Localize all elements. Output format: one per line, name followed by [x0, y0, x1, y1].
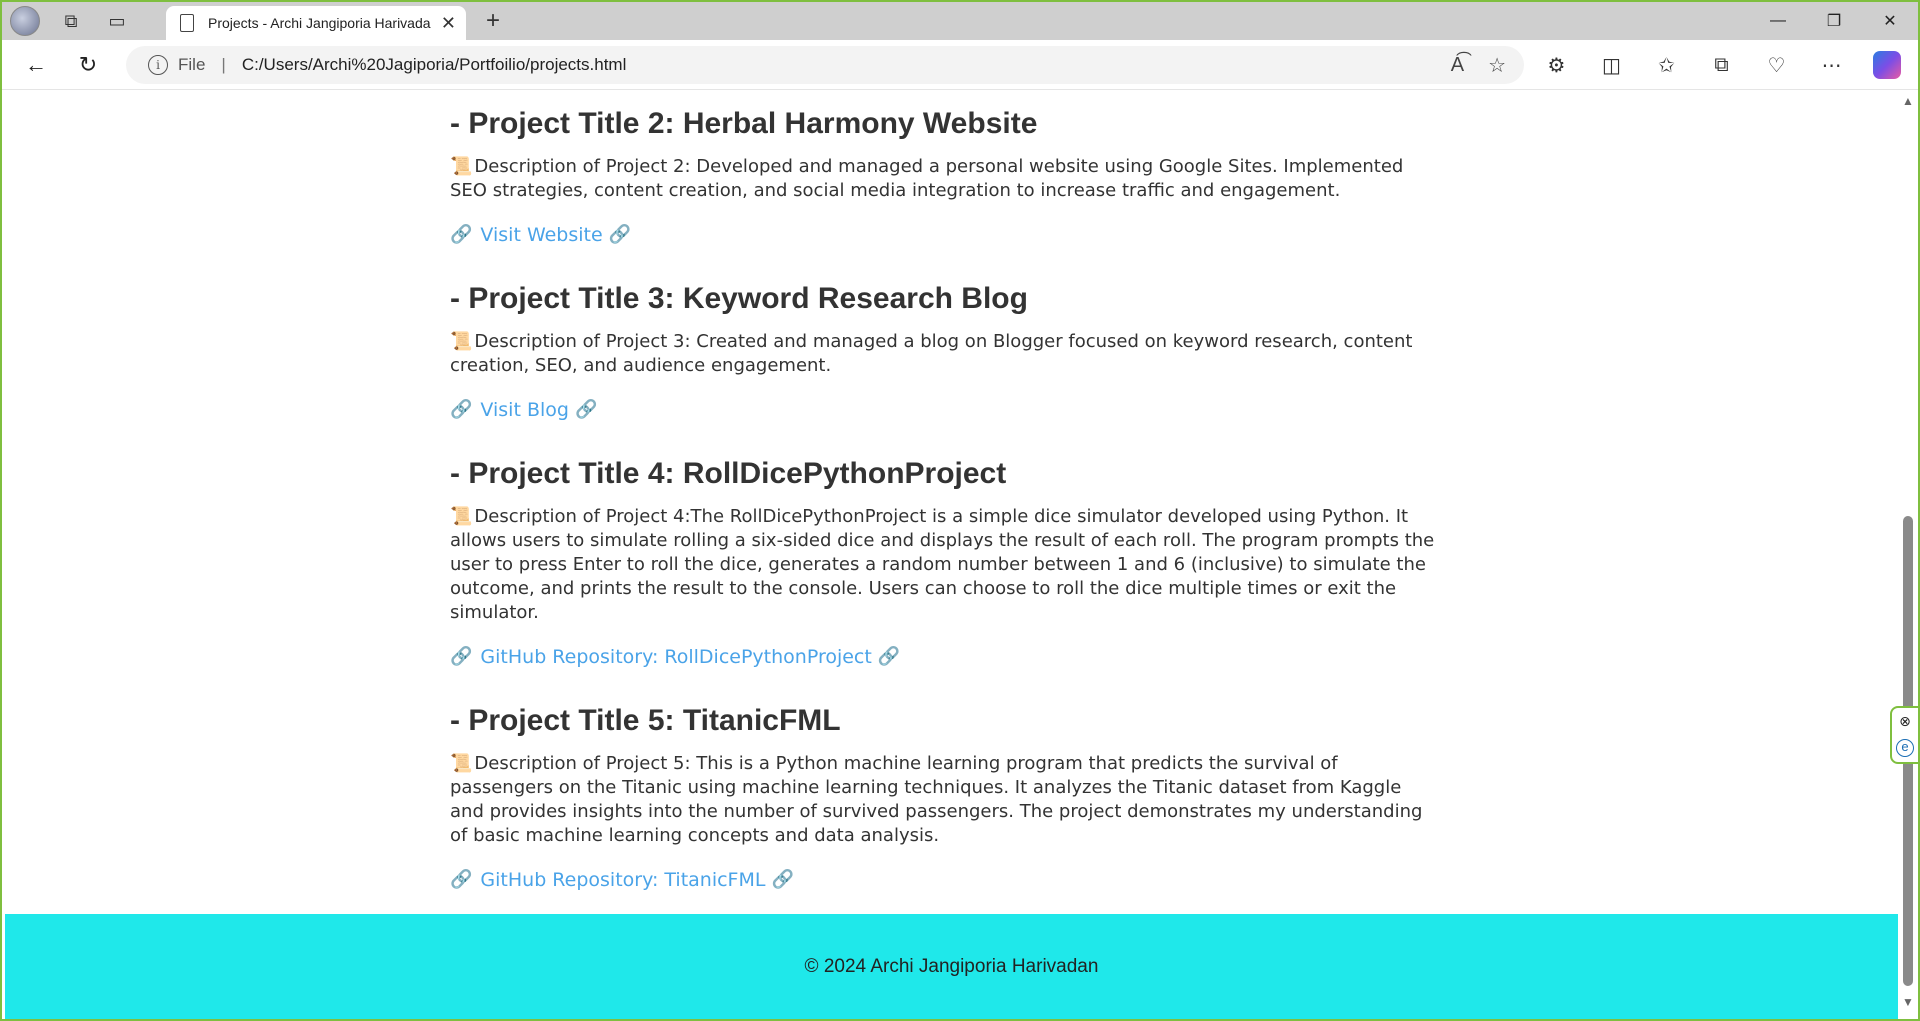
favorites-icon[interactable]: ✩ [1639, 53, 1694, 78]
address-bar[interactable]: i File | C:/Users/Archi%20Jagiporia/Port… [126, 46, 1524, 84]
link-icon: 🔗 [877, 646, 901, 667]
info-icon[interactable]: i [148, 55, 168, 75]
scroll-icon: 📜 [450, 506, 473, 527]
visit-blog-link[interactable]: Visit Blog [480, 396, 569, 424]
description-text: Description of Project 3: Created and ma… [450, 331, 1413, 376]
link-icon: 🔗 [771, 869, 794, 890]
browser-toolbar: ← ↻ i File | C:/Users/Archi%20Jagiporia/… [2, 40, 1918, 90]
link-icon: 🔗 [450, 869, 473, 890]
toolbar-actions: ⚙ ◫ ✩ ⧉ ♡ ⋯ [1529, 40, 1914, 90]
project-link-row: 🔗 Visit Blog 🔗 [450, 396, 1440, 424]
address-scheme: File [178, 55, 206, 74]
close-widget-icon[interactable]: ⊗ [1899, 713, 1911, 730]
project-link-row: 🔗 GitHub Repository: TitanicFML 🔗 [450, 866, 1440, 894]
link-icon: 🔗 [450, 646, 473, 667]
project-title: - Project Title 4: RollDicePythonProject [450, 457, 1007, 490]
tab-actions-icon[interactable]: ▭ [94, 2, 140, 40]
footer-copyright: © 2024 Archi Jangiporia Harivadan [804, 955, 1099, 977]
read-aloud-icon[interactable]: A͡ [1451, 54, 1464, 77]
description-text: Description of Project 4:The RollDicePyt… [450, 506, 1435, 623]
description-text: Description of Project 2: Developed and … [450, 156, 1404, 201]
copilot-icon [1872, 51, 1901, 79]
collections-icon[interactable]: ⧉ [1694, 54, 1749, 77]
page-icon [180, 14, 194, 32]
address-separator: | [221, 55, 226, 74]
project-item: - Project Title 4: RollDicePythonProject… [450, 454, 1440, 671]
active-tab[interactable]: Projects - Archi Jangiporia Harivadan ✕ [166, 6, 466, 40]
visit-website-link[interactable]: Visit Website [480, 221, 602, 249]
github-titanic-link[interactable]: GitHub Repository: TitanicFML [480, 866, 765, 894]
refresh-button[interactable]: ↻ [62, 45, 114, 85]
copilot-button[interactable] [1859, 51, 1914, 79]
close-tab-icon[interactable]: ✕ [441, 13, 456, 34]
project-description: 📜 Description of Project 3: Created and m… [450, 330, 1440, 378]
restore-button[interactable]: ❐ [1806, 2, 1862, 40]
project-link-row: 🔗 Visit Website 🔗 [450, 221, 1440, 249]
scroll-icon: 📜 [450, 331, 473, 352]
close-window-button[interactable]: ✕ [1862, 2, 1918, 40]
favorite-star-icon[interactable]: ☆ [1488, 53, 1506, 78]
edge-sidebar-icon[interactable]: e [1896, 739, 1914, 758]
link-icon: 🔗 [450, 224, 473, 245]
project-title: - Project Title 2: Herbal Harmony Websit… [450, 107, 1038, 140]
address-url[interactable]: C:/Users/Archi%20Jagiporia/Portfoilio/pr… [242, 55, 627, 75]
workspaces-icon[interactable]: ⧉ [48, 2, 94, 40]
omnibox-actions: A͡ ☆ [1451, 46, 1506, 84]
project-title: - Project Title 3: Keyword Research Blog [450, 282, 1028, 315]
vertical-scrollbar[interactable]: ▲ ▼ [1898, 90, 1918, 1019]
window-controls: — ❐ ✕ [1750, 2, 1918, 40]
tab-title: Projects - Archi Jangiporia Harivadan [208, 15, 431, 31]
github-rolldice-link[interactable]: GitHub Repository: RollDicePythonProject [480, 643, 871, 671]
minimize-button[interactable]: — [1750, 2, 1806, 40]
project-item: - Project Title 3: Keyword Research Blog… [450, 279, 1440, 424]
scroll-icon: 📜 [450, 156, 473, 177]
project-description: 📜 Description of Project 2: Developed and… [450, 155, 1440, 203]
project-title: - Project Title 5: TitanicFML [450, 704, 841, 737]
project-description: 📜 Description of Project 4:The RollDicePy… [450, 505, 1440, 625]
extensions-icon[interactable]: ⚙ [1529, 53, 1584, 78]
avatar [10, 6, 40, 36]
project-item: - Project Title 5: TitanicFML 📜 Descripti… [450, 701, 1440, 894]
more-menu-icon[interactable]: ⋯ [1804, 53, 1859, 78]
browser-window: ⧉ ▭ Projects - Archi Jangiporia Harivada… [2, 2, 1918, 1019]
split-screen-icon[interactable]: ◫ [1584, 53, 1639, 78]
project-link-row: 🔗 GitHub Repository: RollDicePythonProje… [450, 643, 1440, 671]
side-widget: ⊗ e [1890, 706, 1918, 764]
page-viewport: - Project Title 2: Herbal Harmony Websit… [2, 90, 1898, 1019]
project-description: 📜 Description of Project 5: This is a Pyt… [450, 752, 1440, 848]
scroll-up-arrow-icon[interactable]: ▲ [1902, 94, 1914, 108]
back-button[interactable]: ← [10, 45, 62, 85]
link-icon: 🔗 [450, 399, 473, 420]
tab-bar: ⧉ ▭ Projects - Archi Jangiporia Harivada… [2, 2, 1918, 40]
page-footer: © 2024 Archi Jangiporia Harivadan [5, 914, 1898, 1019]
project-item: - Project Title 2: Herbal Harmony Websit… [450, 104, 1440, 249]
link-icon: 🔗 [608, 224, 632, 245]
link-icon: 🔗 [574, 399, 598, 420]
description-text: Description of Project 5: This is a Pyth… [450, 753, 1423, 846]
browser-essentials-icon[interactable]: ♡ [1749, 53, 1804, 78]
profile-button[interactable] [2, 2, 48, 40]
scroll-down-arrow-icon[interactable]: ▼ [1902, 995, 1914, 1009]
new-tab-button[interactable]: + [476, 6, 510, 36]
scroll-icon: 📜 [450, 753, 473, 774]
